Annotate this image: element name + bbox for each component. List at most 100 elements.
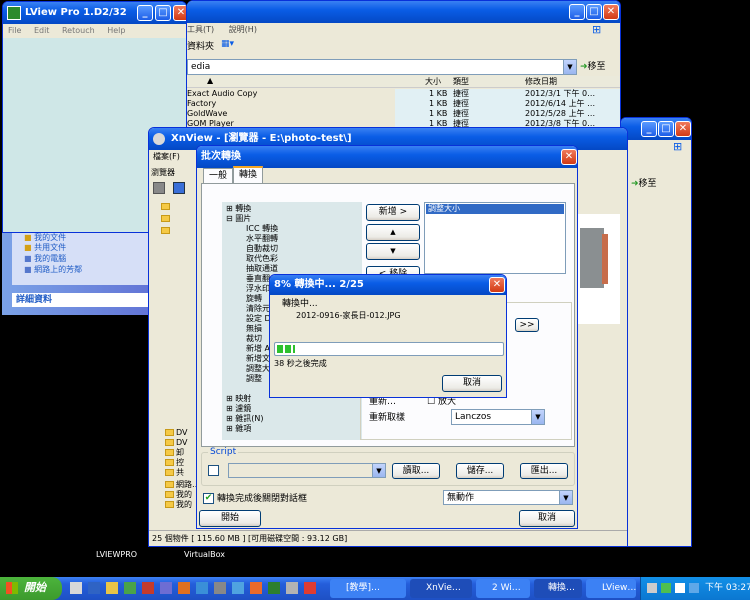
- tree-item[interactable]: 我的: [165, 490, 192, 500]
- quick-launch-icon[interactable]: [88, 582, 100, 594]
- tray-icon[interactable]: [647, 583, 657, 593]
- minimize-button[interactable]: _: [569, 4, 585, 20]
- tree-node[interactable]: 取代色彩: [246, 254, 278, 264]
- tree-node[interactable]: ⊞ 雜訊(N): [226, 414, 263, 424]
- tree-node[interactable]: 調整大: [246, 364, 270, 374]
- start-button[interactable]: 開始: [0, 577, 62, 600]
- toolbar-icon[interactable]: [173, 182, 185, 194]
- col-date[interactable]: 修改日期: [525, 76, 557, 87]
- quick-launch-icon[interactable]: [232, 582, 244, 594]
- tree-node[interactable]: 新增 A: [246, 344, 270, 354]
- progress-titlebar[interactable]: 8% 轉換中... 2/25: [270, 275, 506, 295]
- tree-node[interactable]: ⊞ 映射: [226, 394, 251, 404]
- maximize-button[interactable]: □: [586, 4, 602, 20]
- script-select[interactable]: ▼: [228, 463, 386, 478]
- load-button[interactable]: 讀取...: [392, 463, 440, 479]
- quick-launch-icon[interactable]: [268, 582, 280, 594]
- tree-node[interactable]: ⊞ 雜項: [226, 424, 251, 434]
- quick-launch-icon[interactable]: [214, 582, 226, 594]
- tree-item[interactable]: 網路…: [165, 480, 200, 490]
- tree-node[interactable]: 自動裁切: [246, 244, 278, 254]
- close-on-finish-checkbox[interactable]: ✔: [203, 493, 214, 504]
- tree-node[interactable]: 無損: [246, 324, 262, 334]
- tree-node[interactable]: 裁切: [246, 334, 262, 344]
- menu-help[interactable]: Help: [107, 26, 125, 35]
- tree-item[interactable]: 我的: [165, 500, 192, 510]
- go-button[interactable]: ➜移至: [580, 59, 606, 72]
- tray-icon[interactable]: [661, 583, 671, 593]
- taskbar-item[interactable]: LView…: [586, 579, 636, 598]
- start-button[interactable]: 開始: [199, 510, 261, 527]
- tab-convert[interactable]: 轉換: [233, 166, 263, 183]
- export-button[interactable]: 匯出...: [520, 463, 568, 479]
- more-button[interactable]: >>: [515, 318, 539, 332]
- taskbar-item[interactable]: 轉換…: [534, 579, 582, 598]
- tree-node[interactable]: 旋轉: [246, 294, 262, 304]
- menu-file[interactable]: 檔案(F): [153, 152, 180, 161]
- details-header[interactable]: 詳細資料: [12, 293, 148, 307]
- list-item[interactable]: Factory: [187, 99, 216, 109]
- tab-browser[interactable]: 瀏覽器: [151, 166, 195, 180]
- tab-general[interactable]: 一般: [203, 168, 233, 183]
- list-item[interactable]: Exact Audio Copy: [187, 89, 257, 99]
- quick-launch-icon[interactable]: [304, 582, 316, 594]
- tree-node[interactable]: 設定 D: [246, 314, 271, 324]
- desktop-icon-label[interactable]: VirtualBox: [184, 550, 225, 560]
- col-size[interactable]: 大小: [425, 76, 441, 87]
- link-my-computer[interactable]: ■ 我的電腦: [24, 254, 66, 264]
- tree-node[interactable]: 水平翻轉: [246, 234, 278, 244]
- clock[interactable]: 下午 03:27: [705, 577, 750, 600]
- quick-launch-icon[interactable]: [178, 582, 190, 594]
- link-network-places[interactable]: ■ 網路上的芳鄰: [24, 265, 82, 275]
- taskbar-item[interactable]: 2 Wi…: [476, 579, 530, 598]
- cancel-button[interactable]: 取消: [519, 510, 575, 527]
- tree-node[interactable]: 浮水印: [246, 284, 270, 294]
- batch-titlebar[interactable]: 批次轉換: [197, 146, 577, 168]
- save-button[interactable]: 儲存...: [456, 463, 504, 479]
- minimize-button[interactable]: _: [137, 5, 153, 21]
- maximize-button[interactable]: □: [658, 121, 674, 137]
- add-operation-button[interactable]: 新增 >: [366, 204, 420, 221]
- link-shared-documents[interactable]: ■ 共用文件: [24, 243, 66, 253]
- tree-item[interactable]: 共: [165, 468, 184, 478]
- close-button[interactable]: ✕: [489, 277, 505, 293]
- quick-launch-icon[interactable]: [160, 582, 172, 594]
- close-button[interactable]: ✕: [173, 5, 186, 21]
- list-item[interactable]: 調整大小: [426, 204, 564, 214]
- list-item[interactable]: GoldWave: [187, 109, 227, 119]
- menu-file[interactable]: File: [8, 26, 21, 35]
- resample-select[interactable]: Lanczos ▼: [451, 409, 545, 425]
- taskbar-item[interactable]: [教學]…: [330, 579, 406, 598]
- tree-node[interactable]: ICC 轉換: [246, 224, 278, 234]
- tree-node[interactable]: 清除元: [246, 304, 270, 314]
- after-action-select[interactable]: 無動作 ▼: [443, 490, 573, 505]
- quick-launch-icon[interactable]: [70, 582, 82, 594]
- link-my-documents[interactable]: ■ 我的文件: [24, 233, 66, 243]
- move-up-button[interactable]: ▲: [366, 224, 420, 241]
- quick-launch-icon[interactable]: [142, 582, 154, 594]
- cancel-button[interactable]: 取消: [442, 375, 502, 392]
- view-button[interactable]: ▦▾: [221, 39, 234, 49]
- upscale-checkbox[interactable]: ☐ 放大: [427, 397, 456, 407]
- menu-retouch[interactable]: Retouch: [62, 26, 95, 35]
- script-checkbox[interactable]: [208, 465, 219, 476]
- folders-button[interactable]: 資料夾: [187, 39, 214, 52]
- quick-launch-icon[interactable]: [286, 582, 298, 594]
- tree-node[interactable]: 垂直翻: [246, 274, 270, 284]
- menu-edit[interactable]: Edit: [34, 26, 50, 35]
- quick-launch-icon[interactable]: [106, 582, 118, 594]
- maximize-button[interactable]: □: [155, 5, 171, 21]
- close-button[interactable]: ✕: [603, 4, 619, 20]
- tree-node[interactable]: 抽取通道: [246, 264, 278, 274]
- close-button[interactable]: ✕: [675, 121, 691, 137]
- menu-tools[interactable]: 工具(T): [187, 25, 214, 34]
- minimize-button[interactable]: _: [641, 121, 657, 137]
- tree-node[interactable]: ⊞ 濾鏡: [226, 404, 251, 414]
- quick-launch-icon[interactable]: [250, 582, 262, 594]
- desktop-icon-label[interactable]: LVIEWPRO: [96, 550, 137, 560]
- selected-operations-list[interactable]: 調整大小: [424, 202, 566, 274]
- tray-icon[interactable]: [675, 583, 685, 593]
- tree-item[interactable]: DV: [165, 428, 188, 438]
- tree-node[interactable]: ⊞ 轉換: [226, 204, 251, 214]
- move-down-button[interactable]: ▼: [366, 243, 420, 260]
